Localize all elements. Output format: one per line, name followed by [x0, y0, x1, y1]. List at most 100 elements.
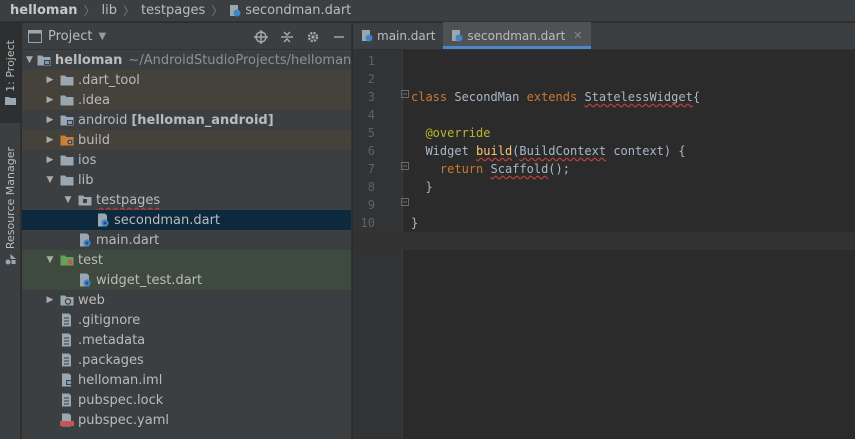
close-icon[interactable]: ✕	[573, 29, 582, 42]
minimize-icon[interactable]	[331, 29, 347, 45]
tree-item-test[interactable]: ▼ test	[22, 250, 351, 270]
chevron-right-icon[interactable]: ▶	[44, 115, 56, 125]
tree-item-web[interactable]: ▶ web	[22, 290, 351, 310]
tree-item-label: helloman.iml	[78, 372, 163, 388]
collapse-all-icon[interactable]	[279, 29, 295, 45]
editor: main.dart secondman.dart ✕ 1234567891011…	[353, 22, 855, 439]
project-path: ~/AndroidStudioProjects/helloman	[128, 52, 352, 68]
line-number: 9	[367, 198, 375, 212]
editor-tabs: main.dart secondman.dart ✕	[353, 22, 855, 50]
code-line-5: @override	[425, 126, 491, 140]
resource-manager-tab-label: Resource Manager	[4, 147, 17, 250]
tree-item-label: .metadata	[78, 332, 146, 348]
chevron-down-icon[interactable]: ▼	[98, 31, 106, 42]
gear-icon[interactable]	[305, 29, 321, 45]
chevron-down-icon[interactable]: ▼	[26, 55, 33, 65]
code-line-8: }	[425, 180, 433, 194]
dart-file-icon	[362, 29, 373, 41]
text-file-icon	[60, 393, 74, 407]
chevron-right-icon[interactable]: ▶	[44, 155, 56, 165]
tree-item-gitignore[interactable]: .gitignore	[22, 310, 351, 330]
folder-icon	[60, 93, 74, 107]
project-view-selector[interactable]: Project	[48, 29, 92, 44]
tree-item-label: test	[78, 252, 103, 268]
code-line-10: }	[411, 216, 419, 230]
tab-secondman-dart[interactable]: secondman.dart ✕	[443, 22, 591, 49]
code-line-11	[353, 232, 855, 250]
line-number: 10	[360, 216, 375, 230]
tab-main-dart[interactable]: main.dart	[353, 22, 443, 49]
tool-window-strip: 1: Project Resource Manager	[0, 23, 21, 439]
chevron-down-icon[interactable]: ▼	[44, 175, 56, 185]
tree-item-packages[interactable]: .packages	[22, 350, 351, 370]
breadcrumb-item-file[interactable]: secondman.dart	[229, 3, 351, 18]
project-tree: ▼ helloman ~/AndroidStudioProjects/helloma…	[22, 50, 351, 430]
tree-item-label: main.dart	[96, 232, 160, 248]
tree-item-metadata[interactable]: .metadata	[22, 330, 351, 350]
line-number: 8	[367, 180, 375, 194]
chevron-down-icon[interactable]: ▼	[62, 195, 74, 205]
chevron-down-icon[interactable]: ▼	[44, 255, 56, 265]
tree-item-pubspec-yaml[interactable]: pubspec.yaml	[22, 410, 351, 430]
tree-item-label: .dart_tool	[78, 72, 140, 88]
dart-file-icon	[78, 273, 92, 287]
folder-icon	[60, 73, 74, 87]
locate-file-icon[interactable]	[253, 29, 269, 45]
resource-icon	[5, 253, 16, 265]
tree-item-label: android	[78, 112, 128, 128]
fold-marker-icon[interactable]	[401, 162, 409, 170]
folder-icon	[5, 97, 16, 106]
module-name: [helloman_android]	[131, 112, 274, 128]
breadcrumb-item-testpages[interactable]: testpages	[141, 3, 205, 18]
tree-item-secondman-dart[interactable]: secondman.dart	[22, 210, 351, 230]
text-file-icon	[60, 333, 74, 347]
tree-item-build[interactable]: ▶ build	[22, 130, 351, 150]
code-text[interactable]: class SecondMan extends StatelessWidget{…	[353, 52, 855, 250]
tree-item-label: testpages	[96, 192, 161, 208]
line-number: 1	[367, 54, 375, 68]
tree-item-idea[interactable]: ▶ .idea	[22, 90, 351, 110]
tree-item-lib[interactable]: ▼ lib	[22, 170, 351, 190]
project-panel-toolbar	[253, 23, 347, 50]
tree-item-label: .idea	[78, 92, 110, 108]
code-area[interactable]: 1234567891011 class SecondMan extends St…	[353, 50, 855, 439]
chevron-right-icon: 〉	[211, 4, 224, 18]
line-number: 2	[367, 72, 375, 86]
line-number: 6	[367, 144, 375, 158]
dart-file-icon	[452, 29, 463, 41]
breadcrumb-item-project[interactable]: helloman	[10, 3, 78, 18]
tree-item-ios[interactable]: ▶ ios	[22, 150, 351, 170]
tree-item-helloman[interactable]: ▼ helloman ~/AndroidStudioProjects/helloma…	[22, 50, 351, 70]
fold-marker-icon[interactable]	[401, 90, 409, 98]
dart-file-icon	[230, 4, 241, 16]
code-line-3: class SecondMan extends StatelessWidget{	[411, 90, 701, 104]
tree-item-label: pubspec.yaml	[78, 412, 169, 428]
tree-item-widget-test-dart[interactable]: widget_test.dart	[22, 270, 351, 290]
chevron-right-icon[interactable]: ▶	[44, 295, 56, 305]
tree-item-pubspec-lock[interactable]: pubspec.lock	[22, 390, 351, 410]
tree-item-android[interactable]: ▶ android [helloman_android]	[22, 110, 351, 130]
android-module-icon	[60, 113, 74, 127]
build-folder-icon	[60, 133, 74, 147]
tree-item-main-dart[interactable]: main.dart	[22, 230, 351, 250]
fold-marker-icon[interactable]	[401, 198, 409, 206]
tree-item-helloman-iml[interactable]: helloman.iml	[22, 370, 351, 390]
tree-item-label: lib	[78, 172, 94, 188]
breadcrumb-item-lib[interactable]: lib	[102, 3, 117, 18]
folder-icon	[60, 173, 74, 187]
project-view-icon	[28, 29, 42, 43]
chevron-right-icon[interactable]: ▶	[44, 95, 56, 105]
line-numbers: 1234567891011	[353, 52, 375, 250]
tree-item-label: widget_test.dart	[96, 272, 203, 288]
chevron-right-icon[interactable]: ▶	[44, 135, 56, 145]
project-tool-tab[interactable]: 1: Project	[0, 23, 21, 123]
tree-item-testpages[interactable]: ▼ testpages	[22, 190, 351, 210]
tree-item-label: .packages	[78, 352, 144, 368]
chevron-right-icon[interactable]: ▶	[44, 75, 56, 85]
resource-manager-tool-tab[interactable]: Resource Manager	[0, 131, 21, 281]
dart-file-icon	[78, 233, 92, 247]
web-folder-icon	[60, 293, 74, 307]
tree-item-dart-tool[interactable]: ▶ .dart_tool	[22, 70, 351, 90]
